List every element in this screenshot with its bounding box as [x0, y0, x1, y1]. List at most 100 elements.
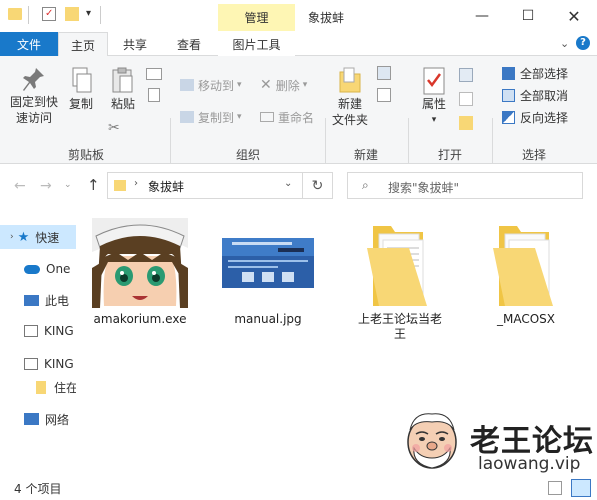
- dropdown-arrow-icon: ▾: [237, 80, 242, 90]
- new-folder-label-2: 文件夹: [331, 113, 368, 127]
- group-label-new: 新建: [354, 148, 379, 162]
- details-view-icon[interactable]: [548, 481, 562, 495]
- chevron-down-icon[interactable]: ⌄: [284, 178, 292, 189]
- pin-label-2: 速访问: [15, 111, 52, 125]
- item-count: 4 个项目: [14, 481, 62, 496]
- copy-label: 复制: [68, 97, 93, 111]
- folder-icon: [493, 226, 553, 306]
- history-icon[interactable]: [459, 116, 473, 130]
- nav-item-this-pc[interactable]: 此电: [0, 288, 69, 312]
- up-arrow-icon[interactable]: ↑: [87, 176, 100, 194]
- tab-picture-tools[interactable]: 图片工具: [218, 32, 295, 56]
- close-button[interactable]: ✕: [551, 0, 597, 32]
- nav-item-folder[interactable]: 住在: [0, 375, 78, 399]
- refresh-button[interactable]: ↻: [303, 172, 333, 199]
- paste-shortcut-icon[interactable]: [148, 88, 160, 102]
- move-to-button[interactable]: 移动到 ▾: [180, 75, 242, 95]
- navigation-pane: › ★ 快速 One 此电 KING KING 住在 网络: [0, 208, 78, 476]
- copy-to-button[interactable]: 复制到 ▾: [180, 107, 242, 127]
- file-item-folder-1[interactable]: 上老王论坛当老 王: [342, 218, 458, 342]
- rename-label: 重命名: [278, 110, 315, 125]
- star-icon: ★: [17, 229, 30, 245]
- tab-view[interactable]: 查看: [164, 32, 214, 56]
- recent-dropdown-icon[interactable]: ⌄: [64, 180, 72, 190]
- properties-qat-icon[interactable]: ✓: [42, 7, 56, 21]
- group-label-clipboard: 剪贴板: [68, 148, 105, 162]
- file-item-jpg[interactable]: manual.jpg: [210, 218, 326, 326]
- nav-item-quick-access[interactable]: › ★ 快速: [0, 225, 76, 249]
- rename-icon: [260, 112, 274, 122]
- divider: [100, 6, 101, 24]
- rename-button[interactable]: 重命名: [260, 107, 314, 127]
- new-item-icon[interactable]: [377, 66, 391, 80]
- cut-icon[interactable]: ✂: [108, 120, 120, 136]
- select-all-button[interactable]: 全部选择: [502, 63, 568, 83]
- folder-icon: [8, 8, 22, 20]
- copy-icon: [72, 67, 92, 93]
- delete-button[interactable]: ✕ 删除 ▾: [260, 75, 307, 95]
- large-icons-view-icon[interactable]: [571, 479, 591, 497]
- delete-icon: ✕: [260, 77, 272, 93]
- new-folder-qat-icon[interactable]: [65, 7, 79, 21]
- address-bar[interactable]: › 象拔蚌 ⌄: [107, 172, 303, 199]
- file-name: amakorium.exe: [93, 312, 187, 326]
- properties-label: 属性: [421, 97, 446, 111]
- delete-label: 删除: [275, 78, 300, 93]
- drive-icon: [24, 358, 38, 370]
- nav-item-drive-1[interactable]: KING: [0, 319, 74, 343]
- maximize-button[interactable]: ☐: [505, 0, 551, 32]
- drive-icon: [24, 325, 38, 337]
- paste-button[interactable]: 粘贴: [106, 66, 140, 112]
- nav-label: KING: [44, 324, 74, 338]
- qat-dropdown-icon[interactable]: ▾: [86, 8, 91, 19]
- search-box[interactable]: ⌕ 搜索"象拔蚌": [347, 172, 583, 199]
- manage-context-tab[interactable]: 管理: [218, 4, 295, 31]
- edit-icon[interactable]: [459, 92, 473, 106]
- tab-share[interactable]: 共享: [112, 32, 158, 56]
- nav-item-onedrive[interactable]: One: [0, 257, 70, 281]
- file-name: 上老王论坛当老 王: [358, 312, 442, 342]
- file-item-folder-2[interactable]: _MACOSX: [468, 218, 584, 326]
- select-none-button[interactable]: 全部取消: [502, 85, 568, 105]
- network-icon: [24, 413, 39, 425]
- folder-icon: [114, 180, 126, 191]
- tab-file[interactable]: 文件: [0, 32, 58, 56]
- copy-to-icon: [180, 111, 194, 123]
- new-folder-button[interactable]: 新建 文件夹: [328, 66, 372, 128]
- minimize-button[interactable]: —: [459, 0, 505, 32]
- collapse-ribbon-icon[interactable]: ⌄: [560, 37, 569, 50]
- back-arrow-icon[interactable]: ←: [14, 178, 26, 194]
- select-none-label: 全部取消: [520, 88, 569, 103]
- copy-button[interactable]: 复制: [64, 66, 98, 112]
- search-placeholder: 搜索"象拔蚌": [388, 181, 460, 195]
- help-icon[interactable]: ?: [576, 36, 590, 50]
- copy-to-label: 复制到: [198, 110, 235, 125]
- file-item-exe[interactable]: amakorium.exe: [86, 218, 194, 326]
- copy-path-icon[interactable]: [146, 68, 162, 80]
- title-bar: ✓ ▾ 管理 象拔蚌 — ☐ ✕: [0, 0, 597, 32]
- cloud-icon: [24, 264, 40, 274]
- open-icon[interactable]: [459, 68, 473, 82]
- refresh-icon: ↻: [311, 177, 324, 194]
- group-label-open: 打开: [438, 148, 463, 162]
- nav-item-drive-2[interactable]: KING: [0, 352, 74, 376]
- group-label-select: 选择: [522, 148, 547, 162]
- new-folder-label-1: 新建: [337, 97, 362, 111]
- nav-item-network[interactable]: 网络: [0, 407, 69, 431]
- folder-icon: [367, 226, 427, 306]
- invert-selection-button[interactable]: 反向选择: [502, 107, 568, 127]
- select-none-icon: [502, 88, 515, 102]
- tab-home[interactable]: 主页: [58, 32, 108, 57]
- forward-arrow-icon[interactable]: →: [40, 178, 52, 194]
- properties-button[interactable]: 属性 ▾: [414, 66, 454, 128]
- nav-label: 网络: [45, 412, 70, 427]
- group-label-organize: 组织: [236, 148, 261, 162]
- move-to-icon: [180, 79, 194, 91]
- pin-quick-access-button[interactable]: 固定到快 速访问: [4, 66, 64, 126]
- easy-access-icon[interactable]: [377, 88, 391, 102]
- file-name-line-2: 王: [393, 327, 406, 341]
- anime-character-icon: [92, 218, 188, 308]
- dropdown-arrow-icon: ▾: [431, 115, 437, 125]
- invert-selection-icon: [502, 110, 515, 124]
- select-all-icon: [502, 66, 515, 80]
